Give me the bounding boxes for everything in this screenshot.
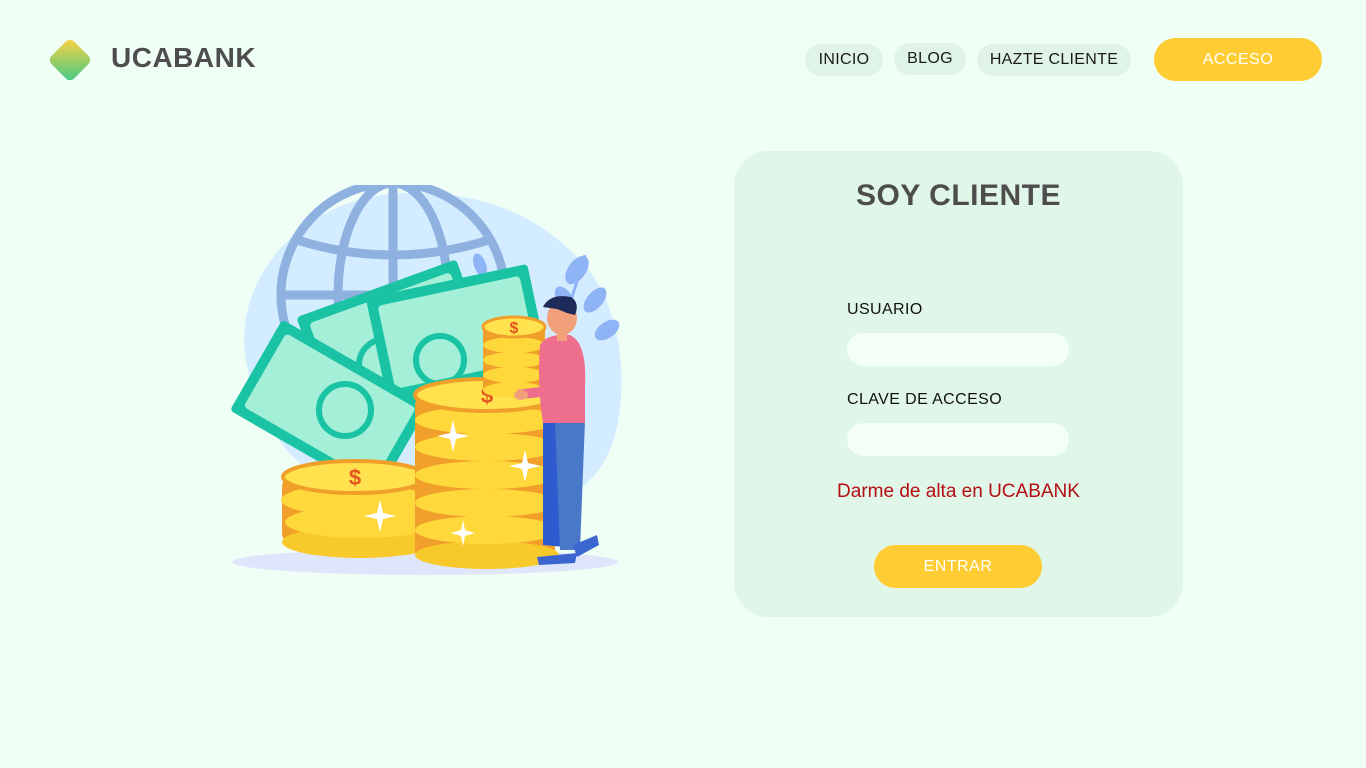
acceso-button[interactable]: ACCESO	[1154, 38, 1322, 81]
money-coins-globe-illustration: $ $ $	[231, 185, 622, 575]
svg-text:$: $	[510, 320, 519, 337]
login-page: UCABANK INICIO BLOG HAZTE CLIENTE ACCESO	[0, 0, 1366, 768]
signup-link[interactable]: Darme de alta en UCABANK	[734, 481, 1183, 503]
entrar-button[interactable]: ENTRAR	[874, 545, 1042, 588]
diamond-logo-icon[interactable]	[45, 35, 95, 85]
usuario-input[interactable]	[847, 333, 1069, 366]
nav-blog[interactable]: BLOG	[894, 43, 966, 75]
svg-text:$: $	[349, 465, 361, 490]
clave-input[interactable]	[847, 423, 1069, 456]
login-title: SOY CLIENTE	[856, 179, 1061, 212]
nav-inicio[interactable]: INICIO	[805, 44, 883, 76]
brand-name[interactable]: UCABANK	[111, 40, 256, 76]
nav-hazte-cliente[interactable]: HAZTE CLIENTE	[977, 44, 1131, 76]
usuario-label: USUARIO	[847, 301, 923, 318]
clave-label: CLAVE DE ACCESO	[847, 391, 1003, 408]
